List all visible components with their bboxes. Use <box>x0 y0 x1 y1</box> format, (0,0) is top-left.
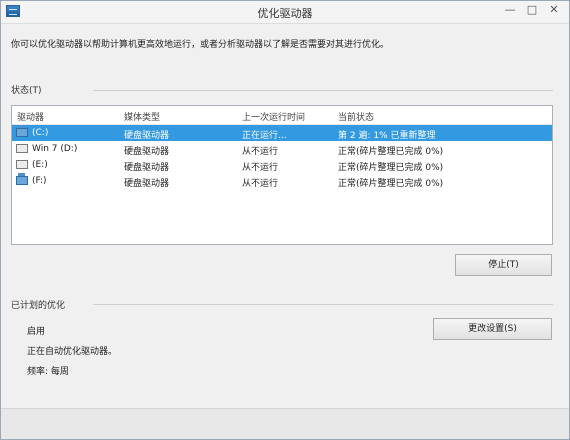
drive-name: (C:) <box>32 128 49 138</box>
drive-row-e[interactable]: (E:) 硬盘驱动器 从不运行 正常(碎片整理已完成 0%) <box>12 157 552 173</box>
schedule-frequency: 频率: 每周 <box>27 367 69 377</box>
last-run: 正在运行... <box>242 131 287 141</box>
scheduled-divider <box>93 304 553 305</box>
column-header-media-type[interactable]: 媒体类型 <box>124 110 160 123</box>
current-status: 第 2 遍: 1% 已重新整理 <box>338 131 436 141</box>
hard-drive-icon <box>16 160 28 169</box>
title-bar[interactable]: 优化驱动器 — □ ✕ <box>1 1 569 24</box>
media-type: 硬盘驱动器 <box>124 131 170 141</box>
status-divider <box>93 90 553 91</box>
footer-bar <box>1 408 569 439</box>
system-drive-icon <box>16 173 28 185</box>
last-run: 从不运行 <box>242 163 279 173</box>
drive-name: Win 7 (D:) <box>32 144 78 154</box>
drive-row-c[interactable]: (C:) 硬盘驱动器 正在运行... 第 2 遍: 1% 已重新整理 <box>12 125 552 141</box>
column-header-last-run[interactable]: 上一次运行时间 <box>242 110 305 123</box>
last-run: 从不运行 <box>242 179 279 189</box>
scheduled-section-label: 已计划的优化 <box>11 301 66 311</box>
drive-row-f[interactable]: (F:) 硬盘驱动器 从不运行 正常(碎片整理已完成 0%) <box>12 173 552 189</box>
drive-name: (F:) <box>32 176 47 186</box>
window-controls: — □ ✕ <box>499 1 565 19</box>
media-type: 硬盘驱动器 <box>124 179 170 189</box>
close-button[interactable]: ✕ <box>543 1 565 19</box>
minimize-button[interactable]: — <box>499 1 521 19</box>
status-section-label: 状态(T) <box>11 86 42 96</box>
drives-column-headers: 驱动器 媒体类型 上一次运行时间 当前状态 <box>12 106 552 125</box>
last-run: 从不运行 <box>242 147 279 157</box>
current-status: 正常(碎片整理已完成 0%) <box>338 147 444 157</box>
media-type: 硬盘驱动器 <box>124 163 170 173</box>
schedule-state: 启用 <box>27 327 46 337</box>
current-status: 正常(碎片整理已完成 0%) <box>338 163 444 173</box>
column-header-current-status[interactable]: 当前状态 <box>338 110 374 123</box>
optimize-drives-window: 优化驱动器 — □ ✕ 你可以优化驱动器以帮助计算机更高效地运行，或者分析驱动器… <box>0 0 570 440</box>
schedule-description: 正在自动优化驱动器。 <box>27 347 118 357</box>
intro-text: 你可以优化驱动器以帮助计算机更高效地运行，或者分析驱动器以了解是否需要对其进行优… <box>11 40 390 50</box>
drive-name: (E:) <box>32 160 48 170</box>
hard-drive-icon <box>16 144 28 153</box>
drives-list[interactable]: 驱动器 媒体类型 上一次运行时间 当前状态 (C:) 硬盘驱动器 正在运行...… <box>11 105 553 245</box>
stop-button[interactable]: 停止(T) <box>455 254 552 276</box>
current-status: 正常(碎片整理已完成 0%) <box>338 179 444 189</box>
system-drive-icon <box>16 125 28 137</box>
column-header-drive[interactable]: 驱动器 <box>17 110 44 123</box>
change-settings-button[interactable]: 更改设置(S) <box>433 318 552 340</box>
window-title: 优化驱动器 <box>257 7 313 20</box>
maximize-button[interactable]: □ <box>521 1 543 19</box>
media-type: 硬盘驱动器 <box>124 147 170 157</box>
drive-row-d[interactable]: Win 7 (D:) 硬盘驱动器 从不运行 正常(碎片整理已完成 0%) <box>12 141 552 157</box>
